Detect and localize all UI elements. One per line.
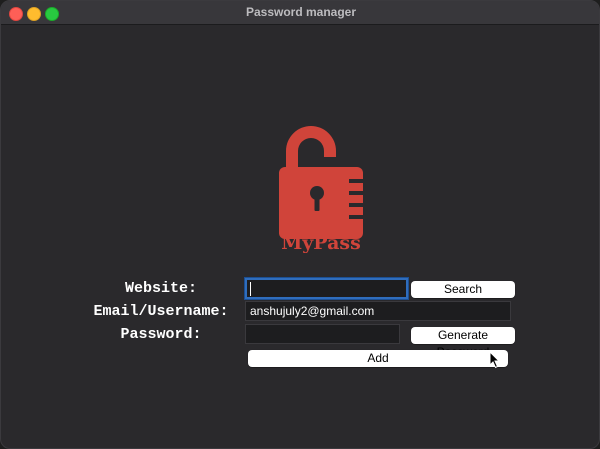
generate-password-button[interactable]: Generate Password — [411, 327, 515, 359]
website-label: Website: — [124, 280, 197, 297]
title-bar[interactable]: Password manager — [1, 1, 599, 25]
add-button[interactable]: Add — [248, 350, 508, 367]
padlock-shackle — [286, 126, 336, 169]
email-username-label: Email/Username: — [93, 303, 229, 320]
mouse-pointer-icon — [489, 351, 501, 369]
text-caret — [250, 282, 251, 296]
password-label: Password: — [120, 326, 202, 343]
search-button[interactable]: Search — [411, 281, 515, 298]
logo-wordmark: MyPass — [281, 232, 361, 253]
email-username-input[interactable] — [245, 301, 511, 321]
mypass-logo: MyPass — [279, 126, 363, 253]
app-window: Password manager MyPass Website: Email/U… — [0, 0, 600, 449]
password-input[interactable] — [245, 324, 400, 344]
website-input[interactable] — [245, 278, 408, 299]
window-title: Password manager — [245, 5, 357, 19]
